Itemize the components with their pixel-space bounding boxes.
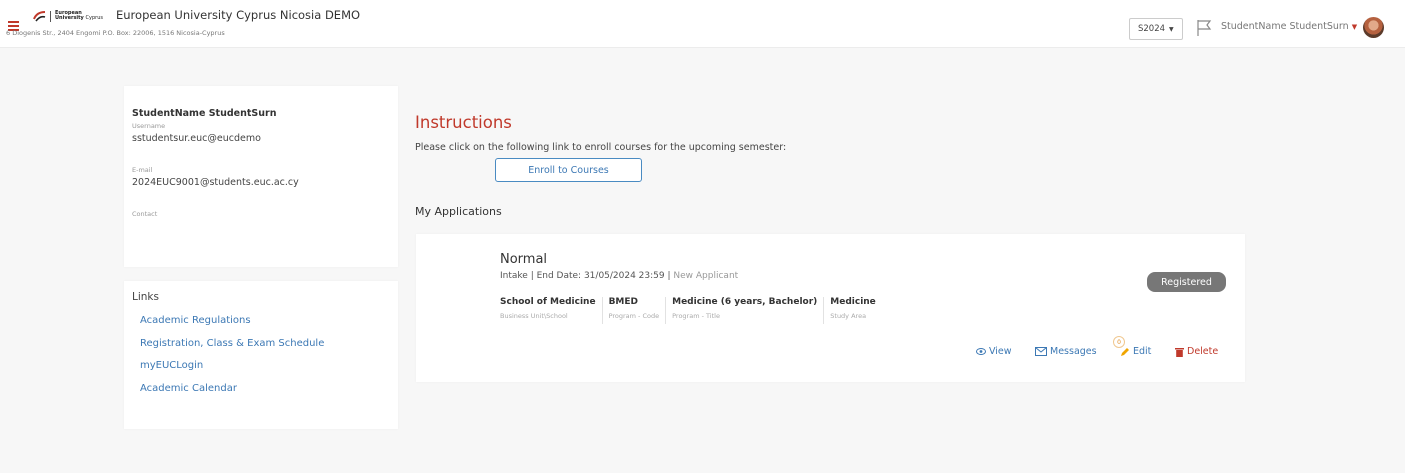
field-label: Business Unit\School [500,312,568,320]
eye-icon [976,348,986,355]
logo-divider [50,10,51,22]
logo-mark-icon [33,11,46,22]
field-school: School of Medicine Business Unit\School [500,297,602,324]
term-value: S2024 [1138,24,1166,34]
edit-button[interactable]: Edit [1120,346,1151,357]
field-program-code: BMED Program - Code [601,297,666,324]
envelope-icon [1035,347,1047,356]
application-fields: School of Medicine Business Unit\School … [500,297,882,324]
delete-label: Delete [1187,346,1219,357]
edit-label: Edit [1133,346,1152,357]
links-title: Links [132,291,159,303]
enroll-courses-button[interactable]: Enroll to Courses [495,158,642,182]
field-value: Medicine [830,297,876,307]
logo-university: University [55,15,84,21]
profile-card: StudentName StudentSurn Username sstuden… [124,86,398,267]
intake-text: Intake | End Date: 31/05/2024 23:59 | [500,271,671,281]
contact-label: Contact [132,210,158,218]
university-logo: European University Cyprus [33,9,103,23]
trash-icon [1175,347,1184,357]
user-name: StudentName StudentSurn [1221,21,1349,32]
field-value: School of Medicine [500,297,596,307]
field-study-area: Medicine Study Area [823,297,882,324]
field-value: BMED [608,297,638,307]
field-label: Program - Code [608,312,660,320]
instructions-title: Instructions [415,113,512,132]
email-value: 2024EUC9001@students.euc.ac.cy [132,177,299,188]
institution-name: European University Cyprus Nicosia DEMO [116,8,361,22]
flag-icon[interactable] [1196,19,1212,37]
chevron-down-icon: ▼ [1169,25,1174,33]
link-academic-calendar[interactable]: Academic Calendar [140,383,398,406]
email-label: E-mail [132,166,153,174]
link-myeuclogin[interactable]: myEUCLogin [140,360,398,383]
logo-cyprus: Cyprus [85,15,104,21]
profile-name: StudentName StudentSurn [132,108,277,119]
avatar[interactable] [1363,17,1384,38]
view-button[interactable]: View [976,346,1012,357]
institution-address: 6 Diogenis Str., 2404 Engomi P.O. Box: 2… [6,29,225,37]
link-academic-regulations[interactable]: Academic Regulations [140,315,398,338]
pencil-icon [1121,347,1129,356]
field-program-title: Medicine (6 years, Bachelor) Program - T… [665,297,823,324]
messages-button[interactable]: Messages 0 [1035,336,1125,357]
logo-line-2: University Cyprus [55,15,104,22]
username-label: Username [132,122,166,130]
application-type: Normal [500,252,548,267]
user-menu[interactable]: StudentName StudentSurn ▼ [1221,21,1357,32]
messages-label: Messages [1050,346,1097,357]
link-registration-schedule[interactable]: Registration, Class & Exam Schedule [140,338,398,361]
term-select[interactable]: S2024 ▼ [1129,18,1183,40]
username-value: sstudentsur.euc@eucdemo [132,133,261,144]
links-card: Links Academic Regulations Registration,… [124,281,398,429]
application-intake: Intake | End Date: 31/05/2024 23:59 | Ne… [500,271,738,281]
my-applications-title: My Applications [415,205,502,218]
application-card: Normal Intake | End Date: 31/05/2024 23:… [416,234,1245,382]
field-label: Program - Title [672,312,720,320]
field-value: Medicine (6 years, Bachelor) [672,297,818,307]
instructions-text: Please click on the following link to en… [415,142,787,153]
view-label: View [989,346,1012,357]
applicant-status: New Applicant [673,271,739,281]
top-bar: European University Cyprus European Univ… [0,0,1405,48]
status-badge: Registered [1147,272,1226,292]
user-chevron-down-icon: ▼ [1351,23,1358,31]
logo-text: European University Cyprus [55,10,104,22]
delete-button[interactable]: Delete [1175,346,1218,357]
field-label: Study Area [830,312,867,320]
